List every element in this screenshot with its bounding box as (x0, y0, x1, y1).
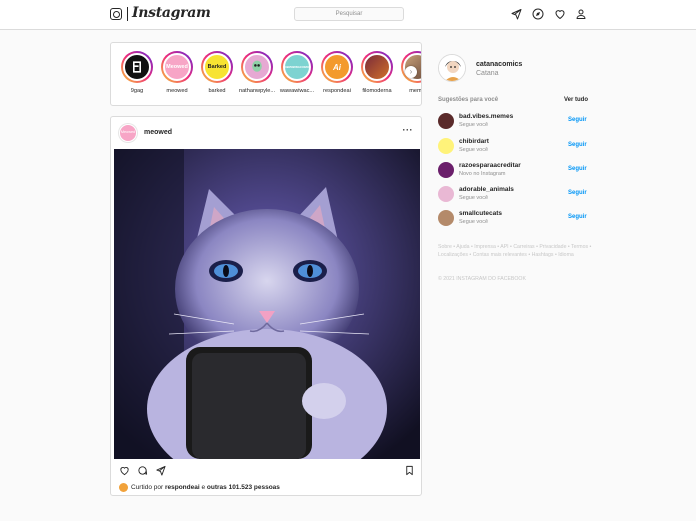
current-user-username[interactable]: catanacomics (476, 61, 522, 68)
chevron-right-icon[interactable]: › (405, 66, 417, 78)
likes-others-link[interactable]: outras 101.523 pessoas (207, 484, 280, 491)
likes-conj: e (201, 484, 206, 492)
suggestion-username[interactable]: smallcutecats (459, 210, 502, 217)
story-item[interactable]: WAWAWIWACOMICS wawawiwac... (277, 51, 317, 94)
story-item[interactable]: 9gag (117, 51, 157, 94)
instagram-logo[interactable]: Instagram (132, 5, 211, 21)
story-avatar (123, 53, 151, 81)
story-username: wawawiwac... (279, 88, 315, 94)
likes-prefix: Curtido por (131, 484, 164, 492)
feed-post: Meowed meowed ··· Curtido por respondeai… (110, 116, 422, 496)
suggestion-subtitle: Segue você (459, 219, 489, 225)
post-likes-text: Curtido por respondeai e outras 101.523 … (119, 483, 280, 492)
heart-icon[interactable] (554, 8, 566, 20)
suggestions-header: Sugestões para você Ver tudo (438, 97, 616, 107)
like-heart-icon[interactable] (119, 465, 130, 476)
suggestion-item: chibirdart Segue você Seguir (438, 136, 616, 158)
suggestion-subtitle: Segue você (459, 122, 489, 128)
footer-links[interactable]: Sobre • Ajuda • Imprensa • API • Carreir… (438, 244, 618, 259)
comment-icon[interactable] (137, 465, 148, 476)
suggestion-username[interactable]: bad.vibes.memes (459, 113, 513, 120)
profile-icon[interactable] (575, 8, 587, 20)
story-avatar: Ai (323, 53, 351, 81)
suggestion-avatar[interactable] (438, 113, 454, 129)
stories-tray: 9gag Meowed meowed Barked barked nathanw… (110, 42, 422, 106)
logo-separator (127, 7, 128, 21)
story-avatar (243, 53, 271, 81)
story-username: 9gag (130, 88, 144, 94)
suggestion-avatar[interactable] (438, 186, 454, 202)
follow-button[interactable]: Seguir (568, 166, 587, 172)
compass-icon[interactable] (532, 8, 544, 20)
suggestion-username[interactable]: chibirdart (459, 138, 489, 145)
send-icon[interactable] (510, 8, 522, 20)
instagram-camera-icon[interactable] (110, 8, 122, 20)
story-item[interactable]: Barked barked (197, 51, 237, 94)
more-options-icon[interactable]: ··· (403, 125, 414, 135)
suggestion-subtitle: Segue você (459, 195, 489, 201)
suggestion-subtitle: Segue você (459, 147, 489, 153)
story-username: nathanwpyle... (238, 88, 276, 94)
suggestion-item: bad.vibes.memes Segue você Seguir (438, 111, 616, 133)
suggestion-avatar[interactable] (438, 138, 454, 154)
story-item[interactable]: nathanwpyle... (237, 51, 277, 94)
post-photo[interactable] (114, 149, 420, 459)
story-avatar (363, 53, 391, 81)
current-user-card: catanacomics Catana (438, 50, 616, 90)
follow-button[interactable]: Seguir (568, 214, 587, 220)
current-user-avatar[interactable] (438, 54, 466, 82)
suggestion-username[interactable]: razoesparaacreditar (459, 162, 521, 169)
post-avatar[interactable]: Meowed (119, 124, 137, 142)
story-avatar: Meowed (163, 53, 191, 81)
suggestions-title: Sugestões para você (438, 97, 499, 103)
story-item[interactable]: Meowed meowed (157, 51, 197, 94)
likes-user-link[interactable]: respondeai (165, 484, 200, 491)
follow-button[interactable]: Seguir (568, 190, 587, 196)
suggestion-item: razoesparaacreditar Novo no Instagram Se… (438, 160, 616, 182)
suggestion-item: adorable_animals Segue você Seguir (438, 184, 616, 206)
save-bookmark-icon[interactable] (404, 465, 415, 476)
top-navigation-bar: Instagram Pesquisar (0, 0, 696, 30)
story-item[interactable]: Ai respondeai (317, 51, 357, 94)
post-username[interactable]: meowed (144, 129, 172, 136)
current-user-name: Catana (476, 70, 499, 77)
story-avatar: Barked (203, 53, 231, 81)
see-all-link[interactable]: Ver tudo (564, 97, 588, 103)
story-username: barked (208, 88, 226, 94)
search-input[interactable]: Pesquisar (294, 7, 404, 21)
post-header: Meowed meowed ··· (111, 117, 421, 149)
suggestion-avatar[interactable] (438, 210, 454, 226)
follow-button[interactable]: Seguir (568, 117, 587, 123)
suggestion-subtitle: Novo no Instagram (459, 171, 506, 177)
footer-copyright: © 2021 INSTAGRAM DO FACEBOOK (438, 276, 526, 282)
story-username: meme (409, 88, 422, 94)
post-actions (119, 465, 415, 477)
story-username: meowed (166, 88, 188, 94)
follow-button[interactable]: Seguir (568, 142, 587, 148)
suggestion-username[interactable]: adorable_animals (459, 186, 514, 193)
story-avatar: WAWAWIWACOMICS (283, 53, 311, 81)
suggestion-avatar[interactable] (438, 162, 454, 178)
story-username: respondeai (323, 88, 351, 94)
story-item[interactable]: filomoderna (357, 51, 397, 94)
story-username: filomoderna (362, 88, 392, 94)
suggestion-item: smallcutecats Segue você Seguir (438, 208, 616, 230)
liker-avatar[interactable] (119, 483, 128, 492)
share-send-icon[interactable] (155, 465, 166, 476)
